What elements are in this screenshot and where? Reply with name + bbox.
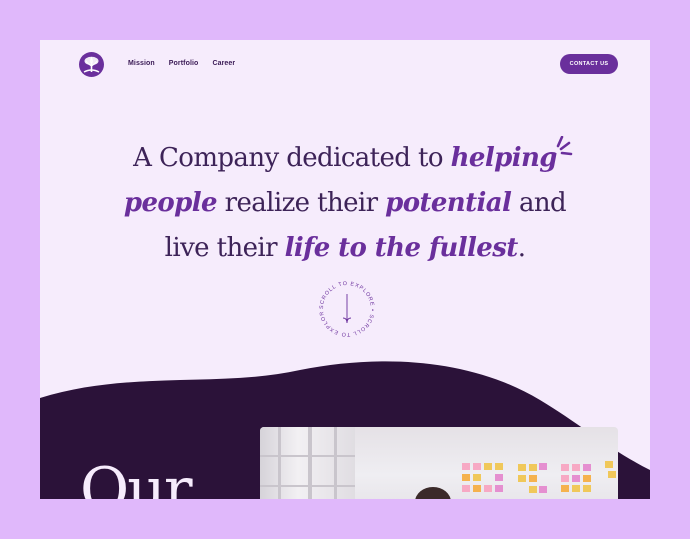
nav-link-portfolio[interactable]: Portfolio — [169, 60, 199, 67]
window-image — [260, 427, 355, 499]
sticky-notes-image — [462, 461, 616, 493]
sparkle-icon — [556, 136, 573, 156]
hero-text: . — [517, 233, 526, 263]
hero-emphasis-potential: potential — [385, 188, 512, 218]
scroll-badge-text: SCROLL TO EXPLORE • SCROLL TO EXPLORE • — [312, 274, 375, 337]
hero-line-3: live their life to the fullest. — [40, 226, 650, 271]
hero-text: live their — [164, 233, 285, 263]
hero-text: and — [511, 188, 567, 218]
section-heading: Our — [80, 455, 193, 499]
logo-tree-icon[interactable] — [79, 52, 104, 77]
scroll-to-explore-badge[interactable]: SCROLL TO EXPLORE • SCROLL TO EXPLORE • — [312, 274, 382, 344]
page-frame: Mission Portfolio Career CONTACT US A Co… — [40, 40, 650, 499]
nav-link-mission[interactable]: Mission — [128, 60, 155, 67]
hero-emphasis-people: people — [123, 188, 218, 218]
hero-line-2: people realize their potential and — [40, 181, 650, 226]
main-nav: Mission Portfolio Career — [128, 60, 235, 67]
nav-link-career[interactable]: Career — [212, 60, 235, 67]
hero-emphasis-helping: helping — [450, 143, 558, 173]
contact-us-button[interactable]: CONTACT US — [560, 54, 618, 74]
team-photo — [260, 427, 618, 499]
hero-emphasis-life: life to the fullest — [284, 233, 519, 263]
hero-text: A Company dedicated to — [133, 143, 451, 173]
hero-text: realize their — [216, 188, 386, 218]
down-arrow-icon — [342, 294, 352, 324]
person-image — [415, 487, 451, 499]
